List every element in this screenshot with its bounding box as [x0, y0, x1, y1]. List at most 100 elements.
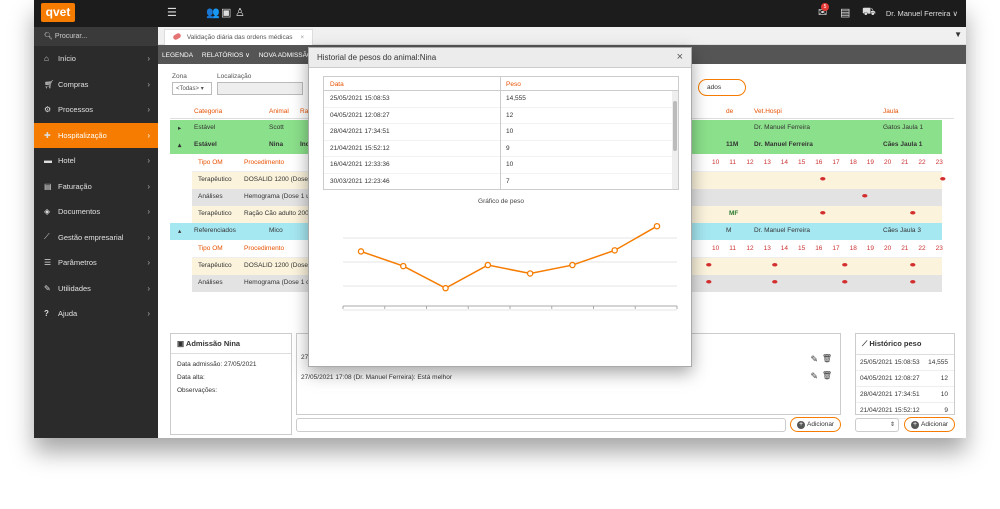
row-category: Estável [194, 141, 217, 148]
list-item[interactable]: 04/05/2021 12:08:27 12 [856, 371, 954, 387]
add-note-button[interactable]: + Adicionar [790, 417, 842, 432]
clipboard-icon[interactable]: ▤ [840, 6, 850, 19]
row-de: 11M [726, 141, 739, 148]
table-scrollbar[interactable] [672, 91, 678, 189]
location-select[interactable] [217, 82, 303, 95]
filter-action-button[interactable]: ados [698, 79, 746, 96]
weight-point[interactable] [653, 222, 661, 230]
table-row[interactable]: 30/03/2021 12:23:46 7 [324, 174, 678, 190]
users-icon[interactable]: 👥 [206, 6, 220, 19]
day-label: 12 [746, 159, 754, 166]
hospital-icon: ▣ [177, 339, 185, 348]
pill-icon[interactable]: ⬬ [820, 210, 826, 218]
sidebar-item-utilidades[interactable]: ✎ Utilidades › [34, 276, 158, 302]
expand-icon[interactable]: ▸ [178, 124, 181, 132]
menu-icon[interactable]: ☰ [167, 6, 177, 19]
sidebar-item-hotel[interactable]: ▬ Hotel › [34, 148, 158, 174]
pill-icon[interactable]: ⬬ [842, 262, 848, 270]
collapse-icon[interactable]: ▴ [178, 227, 181, 235]
close-icon[interactable]: × [677, 51, 683, 63]
sidebar-item-ajuda[interactable]: ? Ajuda › [34, 301, 158, 327]
table-row[interactable]: 16/04/2021 12:33:36 10 [324, 157, 678, 174]
table-row[interactable]: 25/05/2021 15:08:53 14,555 [324, 91, 678, 108]
sidebar-item-processos[interactable]: ⚙ Processos › [34, 97, 158, 123]
pill-icon[interactable]: ⬬ [842, 279, 848, 287]
col-category[interactable]: Categoria [194, 108, 222, 115]
truck-icon[interactable]: ⛟ [862, 6, 876, 20]
chevron-right-icon: › [147, 207, 150, 217]
person-icon[interactable]: ♙ [235, 6, 245, 19]
collapse-icon[interactable]: ▴ [178, 141, 181, 149]
user-menu[interactable]: Dr. Manuel Ferreira ∨ [886, 9, 958, 18]
history-value: 12 [940, 375, 948, 382]
weight-point[interactable] [569, 261, 576, 269]
sidebar-item-hospitalizacao[interactable]: ✚ Hospitalização › [34, 122, 158, 148]
pill-icon[interactable]: ⬬ [772, 279, 778, 287]
pill-icon[interactable]: ⬬ [706, 262, 712, 270]
admission-title: ▣ Admissão Nina [171, 334, 291, 354]
sidebar-item-parametros[interactable]: ☰ Parâmetros › [34, 250, 158, 276]
sidebar-item-inicio[interactable]: ⌂ Início › [34, 46, 158, 72]
pill-icon[interactable]: ⬬ [772, 262, 778, 270]
col-animal[interactable]: Animal [269, 108, 289, 115]
col-date[interactable]: Data [330, 81, 344, 88]
add-weight-button[interactable]: + Adicionar [904, 417, 956, 432]
col-de[interactable]: de [726, 108, 733, 115]
table-row[interactable]: 21/04/2021 15:52:12 9 [324, 141, 678, 157]
note-input[interactable] [296, 418, 786, 432]
pill-icon[interactable]: ⬬ [940, 176, 946, 184]
history-date: 04/05/2021 12:08:27 [860, 375, 920, 382]
list-item[interactable]: 25/05/2021 15:08:53 14,555 [856, 355, 954, 371]
menu-reports[interactable]: RELATÓRIOS ∨ [202, 52, 250, 59]
scrollbar-thumb[interactable] [673, 101, 677, 151]
table-row[interactable]: 04/05/2021 12:08:27 12 [324, 108, 678, 124]
tab-close-button[interactable]: × [300, 34, 304, 41]
weight-point[interactable] [400, 262, 407, 270]
tab-dropdown-icon[interactable]: ▼ [954, 30, 962, 39]
pill-icon[interactable]: ⬬ [910, 210, 916, 218]
note-entry: 27/05/2021 17:08 (Dr. Manuel Ferreira): … [301, 374, 453, 381]
pill-icon[interactable]: ⬬ [910, 262, 916, 270]
col-vet[interactable]: Vet.Hospi [754, 108, 782, 115]
discharge-date: Data alta: [177, 374, 205, 381]
gear-icon: ⚙ [44, 105, 52, 115]
col-weight[interactable]: Peso [506, 81, 521, 88]
col-cage[interactable]: Jaula [883, 108, 899, 115]
list-item[interactable]: 28/04/2021 17:34:51 10 [856, 387, 954, 403]
sidebar-item-faturacao[interactable]: ▤ Faturação › [34, 174, 158, 200]
sidebar-item-compras[interactable]: 🛒︎ Compras › [34, 72, 158, 98]
pill-icon[interactable]: ⬬ [820, 176, 826, 184]
chevron-right-icon: › [147, 79, 150, 89]
weight-point[interactable] [526, 270, 534, 277]
pill-icon[interactable]: ⬬ [706, 279, 712, 287]
modal-title: Historial de pesos do animal:Nina [317, 53, 437, 62]
qvet-logo[interactable]: qvet [41, 3, 75, 22]
menu-new-admission[interactable]: NOVA ADMISSÃO [259, 52, 312, 59]
tab-validacao[interactable]: Validação diária das ordens médicas × [164, 29, 314, 45]
day-label: 16 [815, 159, 823, 166]
notification-badge: 5 [821, 3, 829, 11]
calendar-icon[interactable]: ▣ [221, 6, 231, 19]
search-box[interactable]: 🔍︎ Procurar... [34, 27, 158, 46]
table-row[interactable]: 28/04/2021 17:34:51 10 [324, 124, 678, 141]
weight-history-title-text: Histórico peso [869, 339, 922, 348]
edit-icon[interactable]: ✎ [810, 371, 818, 382]
trash-icon[interactable]: 🗑︎ [822, 354, 832, 363]
item-procedure: Hemograma (Dose 1 ca [244, 279, 313, 286]
row-animal: Scott [269, 124, 284, 131]
pill-icon[interactable]: ⬬ [862, 193, 868, 201]
trash-icon[interactable]: 🗑︎ [822, 371, 832, 380]
sidebar-item-gestao[interactable]: ⟋ Gestão empresarial › [34, 225, 158, 251]
edit-icon[interactable]: ✎ [810, 354, 818, 365]
weight-input[interactable]: ⇕ [855, 418, 899, 432]
weight-value: 14,555 [506, 95, 526, 102]
weight-point[interactable] [357, 248, 365, 255]
menu-legend[interactable]: LEGENDA [162, 52, 193, 59]
weight-point[interactable] [484, 261, 492, 269]
pill-icon[interactable]: ⬬ [910, 279, 916, 287]
day-label: 18 [849, 159, 857, 166]
zone-select[interactable]: <Todas> ▾ [172, 82, 212, 95]
sidebar-item-documentos[interactable]: ◈ Documentos › [34, 199, 158, 225]
weight-point[interactable] [611, 247, 618, 254]
weight-point[interactable] [442, 284, 449, 292]
